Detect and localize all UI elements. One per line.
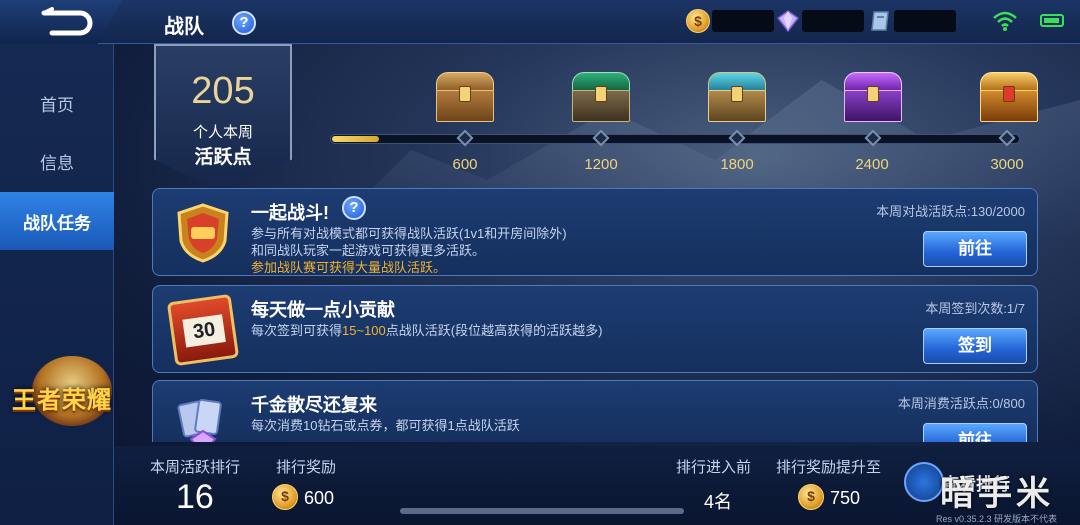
voucher-value — [894, 10, 956, 32]
task-desc: 每次消费10钻石或点券，都可获得1点战队活跃 — [251, 418, 520, 433]
diamond-icon — [776, 10, 800, 33]
help-icon[interactable]: ? — [232, 11, 256, 35]
gold-coin-icon: $ — [798, 484, 824, 510]
rank-reward-value: 600 — [304, 488, 335, 508]
task-desc-highlight: 15~100 — [342, 323, 386, 338]
reward-chest-1200[interactable] — [570, 72, 632, 124]
milestone-label: 1800 — [720, 156, 754, 173]
reward-chest-600[interactable] — [434, 72, 496, 124]
page-title: 战队 — [164, 16, 204, 38]
checkin-button[interactable]: 签到 — [923, 328, 1027, 364]
task-card-spend: 千金散尽还复来 每次消费10钻石或点券，都可获得1点战队活跃 本周消费活跃点:0… — [152, 380, 1038, 442]
milestone-label: 600 — [452, 156, 478, 173]
task-progress: 本周签到次数:1/7 — [925, 301, 1025, 316]
go-button[interactable]: 前往 — [923, 423, 1027, 442]
weekly-points-sublabel: 活跃点 — [194, 147, 252, 168]
gem-cards-icon — [177, 399, 222, 442]
weekly-rank-label: 本周活跃排行 — [150, 459, 241, 476]
activity-progress-bar — [330, 134, 1020, 144]
diamond-value — [802, 10, 864, 32]
rank-reward-label: 排行奖励 — [276, 459, 337, 476]
task-desc: 每次签到可获得15~100点战队活跃(段位越高获得的活跃越多) — [251, 323, 603, 338]
milestone-label: 1200 — [584, 156, 618, 173]
task-progress: 本周对战活跃点:130/2000 — [876, 204, 1025, 219]
task-title: 千金散尽还复来 — [251, 395, 377, 415]
task-card-checkin: 30 每天做一点小贡献 每次签到可获得15~100点战队活跃(段位越高获得的活跃… — [152, 285, 1038, 373]
weekly-rank-value: 16 — [176, 478, 214, 516]
calendar-icon: 30 — [166, 293, 240, 367]
rank-top-value: 4名 — [704, 492, 733, 512]
sidebar-item-team-tasks[interactable]: 战队任务 — [0, 192, 114, 250]
task-progress: 本周消费活跃点:0/800 — [897, 396, 1025, 411]
rank-top-label: 排行进入前 — [676, 459, 752, 476]
milestone-label: 2400 — [855, 156, 889, 173]
back-button[interactable] — [0, 0, 122, 44]
task-title: 一起战斗! — [251, 203, 329, 223]
task-title: 每天做一点小贡献 — [251, 300, 395, 320]
reward-boost-value: 750 — [830, 488, 861, 508]
task-help-icon[interactable]: ? — [342, 196, 366, 220]
wifi-icon — [993, 11, 1017, 31]
go-button[interactable]: 前往 — [923, 231, 1027, 267]
trophy-icon — [904, 462, 944, 502]
calendar-day-number: 30 — [182, 314, 226, 348]
voucher-icon — [871, 11, 889, 31]
sidebar: 首页 信息 战队任务 — [0, 44, 114, 525]
gold-coin-icon: $ — [272, 484, 298, 510]
scroll-handle[interactable] — [400, 508, 684, 514]
back-arrow-icon — [41, 7, 93, 36]
sidebar-item-info[interactable]: 信息 — [0, 132, 114, 190]
reward-chest-3000[interactable] — [978, 72, 1040, 124]
gold-coin-icon: $ — [686, 9, 710, 33]
battery-icon — [1040, 14, 1064, 27]
milestone-label: 3000 — [990, 156, 1024, 173]
battle-shield-icon — [177, 203, 229, 263]
top-bar: 战队 ? $ — [0, 0, 1080, 44]
reward-boost-label: 排行奖励提升至 — [776, 459, 882, 476]
version-text: Res v0.35.2.3 研发版本不代表 — [936, 514, 1058, 524]
gold-value — [712, 10, 774, 32]
weekly-points-label: 个人本周 — [192, 124, 253, 141]
activity-progress-fill — [332, 136, 379, 142]
game-logo: 王者荣耀 — [12, 356, 152, 446]
reward-chest-1800[interactable] — [706, 72, 768, 124]
watermark: 暗手米 — [940, 475, 1054, 513]
weekly-points-value: 205 — [191, 70, 255, 112]
sidebar-item-home[interactable]: 首页 — [0, 74, 114, 132]
logo-text: 王者荣耀 — [12, 385, 112, 414]
task-desc-highlight: 参加战队赛可获得大量战队活跃。 — [251, 260, 447, 275]
reward-chest-2400[interactable] — [842, 72, 904, 124]
task-card-battle: 一起战斗! 参与所有对战模式都可获得战队活跃(1v1和开房间除外) 和同战队玩家… — [152, 188, 1038, 276]
